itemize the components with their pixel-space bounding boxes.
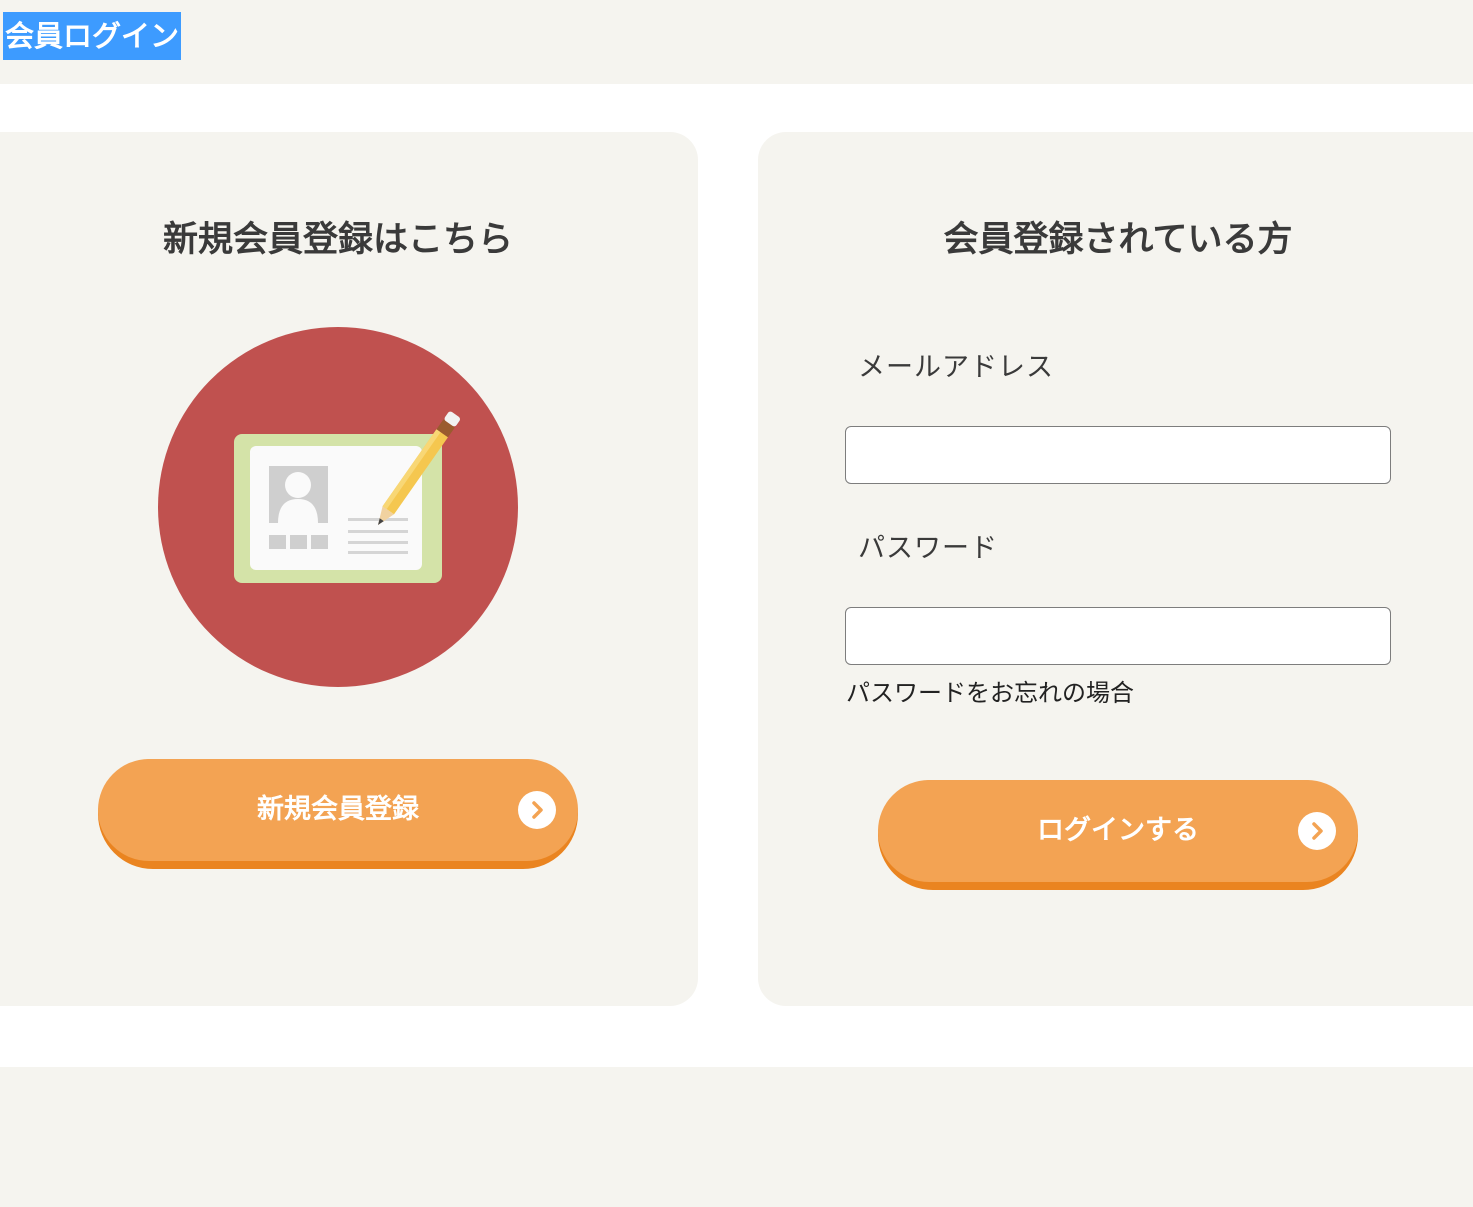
forgot-password-link[interactable]: パスワードをお忘れの場合	[846, 673, 1134, 708]
email-label: メールアドレス	[858, 352, 1054, 383]
register-button[interactable]: 新規会員登録	[98, 759, 578, 869]
header-bar: 会員ログイン	[0, 0, 1473, 84]
member-card-illustration	[158, 327, 518, 687]
password-field[interactable]	[845, 607, 1391, 665]
register-heading: 新規会員登録はこちら	[162, 220, 513, 260]
email-field[interactable]	[845, 426, 1391, 484]
page-title: 会員ログイン	[3, 12, 182, 60]
login-button-label: ログインする	[1037, 815, 1199, 846]
chevron-right-icon	[518, 791, 556, 829]
bottom-section-card	[0, 1067, 1473, 1207]
chevron-right-icon	[1298, 812, 1336, 850]
login-heading: 会員登録されている方	[943, 220, 1293, 260]
login-button[interactable]: ログインする	[878, 780, 1358, 890]
register-button-label: 新規会員登録	[257, 794, 419, 825]
password-label: パスワード	[858, 533, 998, 564]
